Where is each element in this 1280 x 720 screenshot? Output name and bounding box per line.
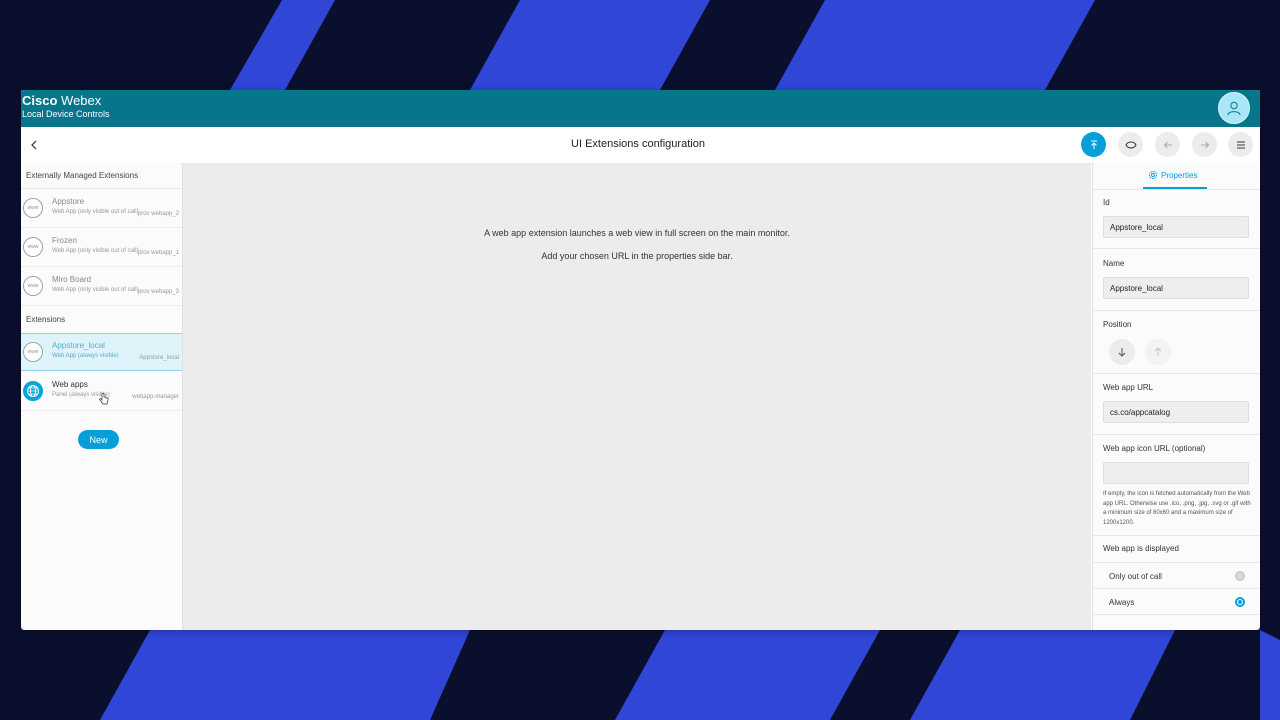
list-item[interactable]: Web apps Panel (always visible) webapp-m… (21, 373, 182, 411)
eye-icon (1124, 141, 1137, 148)
toolbar: UI Extensions configuration (21, 127, 1260, 164)
brand-name: Cisco (22, 93, 58, 108)
properties-tab-content: Properties (1148, 170, 1197, 180)
name-label: Name (1103, 259, 1125, 268)
divider (21, 188, 182, 189)
tab-indicator (1143, 187, 1207, 189)
app-brand: Cisco Webex (22, 94, 101, 108)
divider (1093, 535, 1260, 536)
undo-button[interactable] (1155, 132, 1180, 157)
upload-button[interactable] (1081, 132, 1106, 157)
icon-url-help-text: If empty, the icon is fetched automatica… (1103, 491, 1251, 526)
divider (1093, 310, 1260, 311)
info-text-line1: A web app extension launches a web view … (484, 228, 790, 238)
list-item[interactable]: www Frozen Web App (only visible out of … (21, 229, 182, 267)
divider (1093, 248, 1260, 249)
arrow-up-icon (1154, 347, 1162, 356)
extension-name: Appstore (52, 197, 85, 206)
display-mode-label: Web app is displayed (1103, 544, 1179, 553)
hand-cursor-icon (99, 393, 109, 405)
divider (1093, 614, 1260, 615)
extension-name: Miro Board (52, 275, 92, 284)
id-field[interactable] (1103, 216, 1249, 238)
avatar[interactable] (1218, 92, 1250, 124)
icon-url-label: Web app icon URL (optional) (1103, 444, 1206, 453)
list-item[interactable]: www Miro Board Web App (only visible out… (21, 268, 182, 306)
title-bar: Cisco Webex Local Device Controls (21, 90, 1260, 127)
www-icon: www (23, 237, 43, 257)
www-icon: www (23, 198, 43, 218)
properties-panel: Properties Id Name Position Web app URL … (1092, 163, 1260, 630)
extension-name: Web apps (52, 380, 88, 389)
extension-type: Web App (always visible) (52, 353, 119, 359)
extension-id: webapp-manager (132, 394, 179, 400)
upload-icon (1090, 140, 1097, 149)
extension-name: Appstore_local (52, 341, 105, 350)
hamburger-icon (1236, 141, 1245, 148)
divider (1093, 562, 1260, 563)
position-label: Position (1103, 320, 1132, 329)
globe-icon (27, 385, 39, 397)
extension-type: Web App (only visible out of call) (52, 248, 139, 254)
list-item-selected[interactable]: www Appstore_local Web App (always visib… (21, 333, 182, 371)
extensions-sidebar: Externally Managed Extensions www Appsto… (21, 163, 183, 630)
brand-product: Webex (61, 93, 102, 108)
extension-type: Web App (only visible out of call) (52, 287, 139, 293)
extensions-heading: Extensions (26, 315, 66, 324)
www-icon: www (23, 276, 43, 296)
globe-icon-wrapper (23, 381, 43, 401)
extension-id: prov webapp_1 (137, 250, 179, 256)
app-subtitle: Local Device Controls (22, 109, 110, 119)
gear-icon (1149, 171, 1157, 179)
redo-button[interactable] (1192, 132, 1217, 157)
info-text-line2: Add your chosen URL in the properties si… (541, 251, 733, 261)
arrow-down-icon (1118, 348, 1126, 357)
option-out-of-call-label: Only out of call (1109, 572, 1162, 581)
preview-area: A web app extension launches a web view … (183, 163, 1091, 630)
www-icon: www (23, 342, 43, 362)
divider (1093, 373, 1260, 374)
web-app-url-label: Web app URL (1103, 383, 1154, 392)
extension-id: prov webapp_2 (137, 211, 179, 217)
divider (1093, 434, 1260, 435)
preview-button[interactable] (1118, 132, 1143, 157)
move-down-button[interactable] (1109, 339, 1135, 365)
arrow-right-icon (1200, 141, 1209, 148)
app-window: Cisco Webex Local Device Controls UI Ext… (21, 90, 1260, 630)
web-app-url-field[interactable] (1103, 401, 1249, 423)
menu-button[interactable] (1228, 132, 1253, 157)
id-label: Id (1103, 198, 1110, 207)
radio-always[interactable] (1235, 597, 1245, 607)
new-extension-button[interactable]: New (78, 430, 119, 449)
name-field[interactable] (1103, 277, 1249, 299)
externally-managed-heading: Externally Managed Extensions (26, 171, 139, 180)
user-icon (1227, 101, 1241, 116)
extension-id: prov webapp_3 (137, 289, 179, 295)
extension-type: Web App (only visible out of call) (52, 209, 139, 215)
page-title: UI Extensions configuration (571, 138, 705, 150)
list-item[interactable]: www Appstore Web App (only visible out o… (21, 190, 182, 228)
extension-name: Frozen (52, 236, 77, 245)
option-always-label: Always (1109, 598, 1135, 607)
divider (1093, 588, 1260, 589)
tab-properties[interactable]: Properties (1093, 163, 1260, 190)
icon-url-field[interactable] (1103, 462, 1249, 484)
properties-tab-label: Properties (1161, 170, 1198, 180)
radio-out-of-call[interactable] (1235, 571, 1245, 581)
move-up-button[interactable] (1145, 339, 1171, 365)
arrow-left-icon (1163, 141, 1172, 148)
extension-id: Appstore_local (139, 355, 179, 361)
